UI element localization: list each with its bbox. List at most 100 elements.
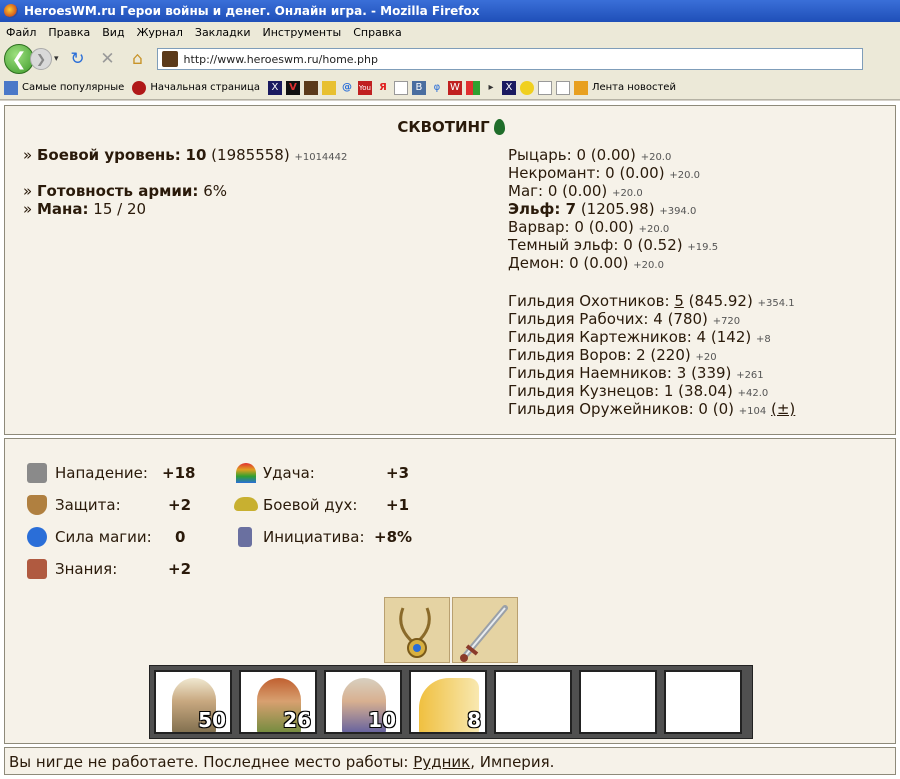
bookmark-vk-icon[interactable]: B — [411, 80, 426, 95]
army-slot-7[interactable] — [664, 670, 742, 734]
menu-view[interactable]: Вид — [96, 26, 130, 39]
faction-dark-elf: Темный эльф: 0 (0.52) +19.5 — [508, 236, 719, 254]
army-slot-3-count: 10 — [368, 708, 396, 732]
bookmark-page2-icon[interactable] — [537, 80, 552, 95]
guild-mercenaries: Гильдия Наемников: 3 (339) +261 — [508, 364, 764, 382]
faction-mage: Маг: 0 (0.00) +20.0 — [508, 182, 643, 200]
guild-workers: Гильдия Рабочих: 4 (780) +720 — [508, 310, 741, 328]
guild-hunters-level-link[interactable]: 5 — [674, 292, 684, 310]
bookmark-phi-icon[interactable]: φ — [430, 81, 444, 95]
bookmark-yandex-icon[interactable]: Я — [376, 81, 390, 95]
stat-knowledge-value: +2 — [168, 560, 192, 578]
equipment-weapon-slot[interactable] — [452, 597, 518, 663]
bookmark-page3-icon[interactable] — [555, 80, 570, 95]
sword-icon — [460, 605, 508, 662]
bookmark-x-icon[interactable]: X — [267, 80, 282, 95]
window-title-bar: HeroesWM.ru Герои войны и денег. Онлайн … — [0, 0, 900, 22]
bookmark-mail-icon[interactable]: @ — [340, 81, 354, 95]
menu-bookmarks[interactable]: Закладки — [189, 26, 257, 39]
bookmark-tv-icon[interactable]: V — [285, 80, 300, 95]
guild-smiths: Гильдия Кузнецов: 1 (38.04) +42.0 — [508, 382, 769, 400]
faction-knight: Рыцарь: 0 (0.00) +20.0 — [508, 146, 672, 164]
work-status: Вы нигде не работаете. Последнее место р… — [9, 753, 555, 771]
stat-attack-value: +18 — [162, 464, 196, 482]
army-readiness: » Готовность армии: 6% — [23, 182, 227, 200]
menu-bar: Файл Правка Вид Журнал Закладки Инструме… — [0, 22, 900, 42]
menu-tools[interactable]: Инструменты — [257, 26, 348, 39]
equipment-amulet-slot[interactable] — [384, 597, 450, 663]
stat-spellpower-label: Сила магии: — [55, 528, 152, 546]
address-bar[interactable]: http://www.heroeswm.ru/home.php — [156, 48, 863, 70]
bookmark-smile-icon[interactable] — [519, 80, 534, 95]
stat-morale-value: +1 — [386, 496, 410, 514]
bookmark-youtube-icon[interactable]: You — [357, 80, 372, 95]
swords-icon — [27, 463, 47, 483]
army-slot-6[interactable] — [579, 670, 657, 734]
window-title: HeroesWM.ru Герои войны и денег. Онлайн … — [24, 4, 480, 18]
stat-knowledge-label: Знания: — [55, 560, 118, 578]
army-slot-4-count: 8 — [467, 708, 481, 732]
army-slot-1-count: 50 — [198, 708, 226, 732]
hero-name: СКВОТИНГ — [5, 118, 897, 136]
history-dropdown-icon[interactable]: ▾ — [54, 54, 59, 64]
army-bar: 50 26 10 8 — [149, 665, 753, 739]
army-slot-5[interactable] — [494, 670, 572, 734]
menu-edit[interactable]: Правка — [42, 26, 96, 39]
hourglass-icon — [238, 527, 252, 547]
bookmark-w-icon[interactable]: W — [447, 80, 462, 95]
guild-gamblers: Гильдия Картежников: 4 (142) +8 — [508, 328, 771, 346]
shield-icon — [27, 495, 47, 515]
address-url: http://www.heroeswm.ru/home.php — [183, 52, 378, 66]
book-icon — [27, 559, 47, 579]
army-slot-2[interactable]: 26 — [239, 670, 317, 734]
bookmark-heroes-icon[interactable] — [303, 80, 318, 95]
army-slot-4[interactable]: 8 — [409, 670, 487, 734]
hero-info-panel: СКВОТИНГ » Боевой уровень: 10 (1985558) … — [4, 105, 896, 435]
faction-demon: Демон: 0 (0.00) +20.0 — [508, 254, 664, 272]
page-content: СКВОТИНГ » Боевой уровень: 10 (1985558) … — [0, 101, 900, 779]
bookmark-popular[interactable]: Самые популярные — [4, 80, 124, 95]
rss-folder-icon — [573, 80, 588, 95]
bookmark-news-feed[interactable]: Лента новостей — [573, 80, 676, 95]
menu-history[interactable]: Журнал — [131, 26, 189, 39]
bookmark-people-icon[interactable] — [321, 80, 336, 95]
guild-thieves: Гильдия Воров: 2 (220) +20 — [508, 346, 717, 364]
bookmark-x2-icon[interactable]: X — [501, 80, 516, 95]
firefox-icon — [4, 4, 18, 18]
army-slot-3[interactable]: 10 — [324, 670, 402, 734]
work-status-panel: Вы нигде не работаете. Последнее место р… — [4, 747, 896, 775]
forward-button[interactable]: ❯ — [30, 48, 52, 70]
wings-icon — [234, 497, 258, 511]
bookmark-grid-icon[interactable] — [465, 80, 480, 95]
army-slot-2-count: 26 — [283, 708, 311, 732]
bookmark-home[interactable]: Начальная страница — [132, 80, 260, 95]
rainbow-icon — [236, 463, 256, 483]
guild-armorers-toggle-link[interactable]: (±) — [771, 400, 795, 418]
menu-file[interactable]: Файл — [0, 26, 42, 39]
mana: » Мана: 15 / 20 — [23, 200, 147, 218]
stat-attack-label: Нападение: — [55, 464, 148, 482]
army-slot-1[interactable]: 50 — [154, 670, 232, 734]
guild-hunters: Гильдия Охотников: 5 (845.92) +354.1 — [508, 292, 795, 310]
guild-armorers: Гильдия Оружейников: 0 (0) +104 (±) — [508, 400, 796, 418]
stat-defense-label: Защита: — [55, 496, 121, 514]
faction-necromancer: Некромант: 0 (0.00) +20.0 — [508, 164, 701, 182]
bookmark-page-icon[interactable] — [393, 80, 408, 95]
home-icon[interactable]: ⌂ — [125, 46, 151, 72]
stat-luck-label: Удача: — [263, 464, 315, 482]
bookmark-arrow-icon[interactable]: ▸ — [484, 81, 498, 95]
magic-wand-icon — [27, 527, 47, 547]
bookmarks-toolbar: Самые популярные Начальная страница X V … — [0, 76, 900, 100]
hero-stats-panel: Нападение: +18 Защита: +2 Сила магии: 0 … — [4, 438, 896, 744]
bookmark-folder-icon — [4, 80, 18, 95]
last-workplace-link[interactable]: Рудник — [413, 753, 470, 771]
stat-luck-value: +3 — [386, 464, 410, 482]
stat-initiative-value: +8% — [374, 528, 413, 546]
stop-icon[interactable]: ✕ — [95, 46, 121, 72]
stat-spellpower-value: 0 — [175, 528, 186, 546]
faction-barbarian: Варвар: 0 (0.00) +20.0 — [508, 218, 670, 236]
elf-faction-leaf-icon — [493, 119, 505, 135]
menu-help[interactable]: Справка — [347, 26, 407, 39]
stat-morale-label: Боевой дух: — [263, 496, 358, 514]
reload-icon[interactable]: ↻ — [65, 46, 91, 72]
